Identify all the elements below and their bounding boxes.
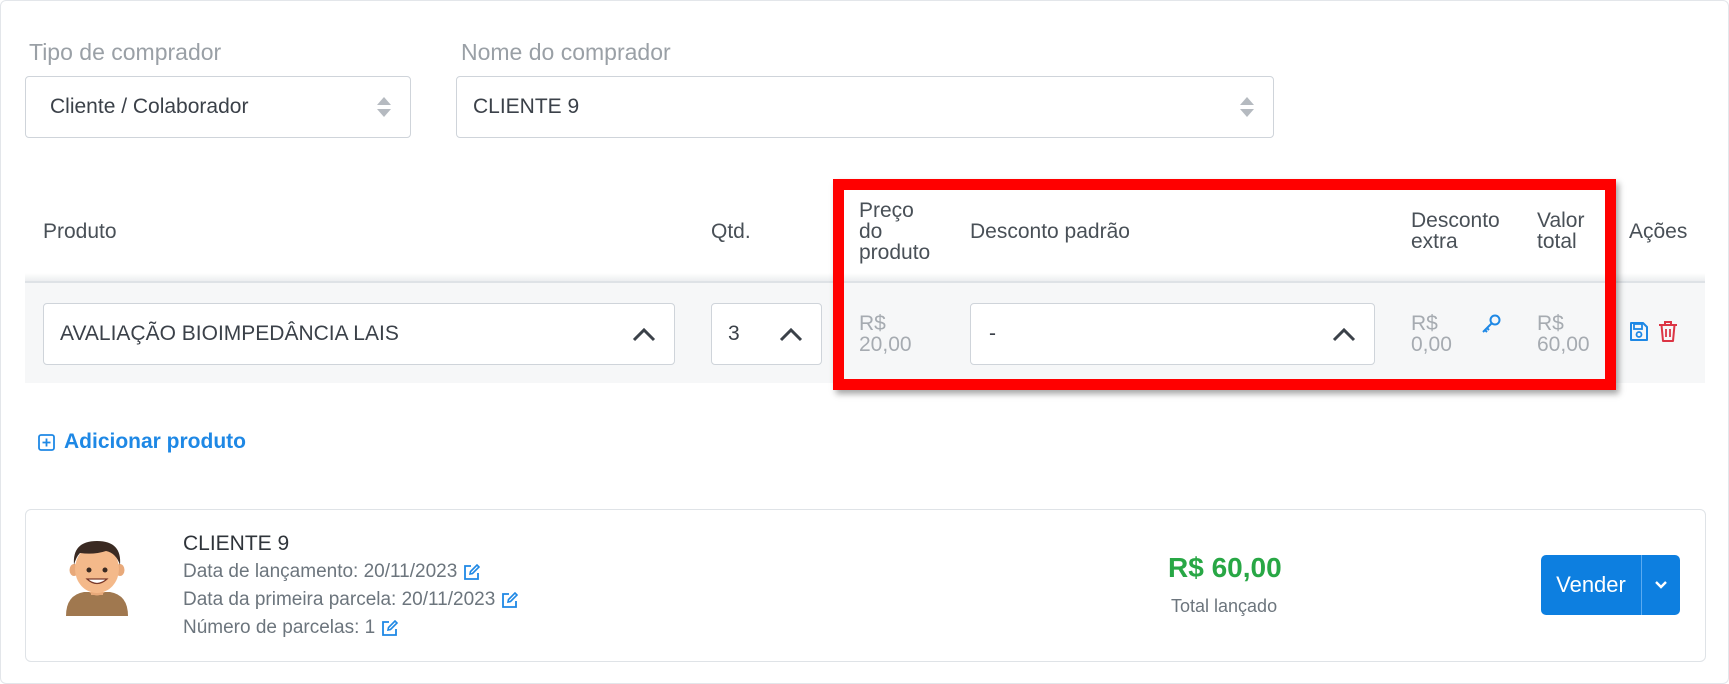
summary-client-name: CLIENTE 9 bbox=[183, 532, 290, 555]
product-price-currency: R$ bbox=[859, 312, 886, 335]
add-product-label: Adicionar produto bbox=[64, 430, 246, 453]
header-preco-line2: do bbox=[859, 220, 883, 243]
buyer-name-label: Nome do comprador bbox=[461, 39, 671, 65]
save-icon[interactable] bbox=[1629, 321, 1649, 342]
launch-date-text: Data de lançamento: 20/11/2023 bbox=[183, 561, 458, 582]
edit-icon[interactable] bbox=[501, 591, 519, 609]
chevron-down-icon bbox=[1655, 581, 1667, 589]
total-launched-label: Total lançado bbox=[1171, 596, 1278, 616]
buyer-type-value: Cliente / Colaborador bbox=[50, 95, 249, 118]
sort-icon bbox=[1240, 97, 1254, 117]
key-icon[interactable] bbox=[1480, 313, 1502, 335]
header-valor-total-line1: Valor bbox=[1537, 209, 1585, 232]
sell-button-group: Vender bbox=[1541, 555, 1680, 615]
installments-text: Número de parcelas: 1 bbox=[183, 617, 376, 638]
header-divider bbox=[25, 273, 1705, 283]
buyer-name-value: CLIENTE 9 bbox=[473, 95, 580, 118]
extra-discount: R$ 0,00 bbox=[1411, 313, 1452, 355]
sort-icon bbox=[377, 97, 391, 117]
trash-icon[interactable] bbox=[1658, 320, 1678, 343]
header-desconto-extra: Desconto extra bbox=[1411, 210, 1500, 252]
buyer-type-label: Tipo de comprador bbox=[29, 39, 222, 65]
header-valor-total: Valor total bbox=[1537, 210, 1584, 252]
first-installment-date: Data da primeira parcela: 20/11/2023 bbox=[183, 589, 519, 611]
quantity-stepper[interactable]: 3 bbox=[711, 303, 822, 365]
product-value: AVALIAÇÃO BIOIMPEDÂNCIA LAIS bbox=[60, 322, 399, 345]
default-discount-select[interactable]: - bbox=[970, 303, 1375, 365]
avatar bbox=[66, 541, 128, 616]
buyer-name-select[interactable]: CLIENTE 9 bbox=[456, 76, 1274, 138]
sale-form: Tipo de comprador Cliente / Colaborador … bbox=[0, 0, 1729, 684]
total-value-amount: 60,00 bbox=[1537, 333, 1590, 356]
buyer-type-select[interactable]: Cliente / Colaborador bbox=[25, 76, 411, 138]
header-desconto-padrao: Desconto padrão bbox=[970, 220, 1130, 243]
first-installment-text: Data da primeira parcela: 20/11/2023 bbox=[183, 589, 496, 610]
header-qtd: Qtd. bbox=[711, 220, 751, 243]
installments-count: Número de parcelas: 1 bbox=[183, 617, 399, 639]
table-row: AVALIAÇÃO BIOIMPEDÂNCIA LAIS 3 R$ 20,00 … bbox=[25, 283, 1705, 383]
extra-discount-value: 0,00 bbox=[1411, 333, 1452, 356]
header-valor-total-line2: total bbox=[1537, 230, 1577, 253]
header-preco-line1: Preço bbox=[859, 199, 914, 222]
header-desconto-extra-line1: Desconto bbox=[1411, 209, 1500, 232]
default-discount-value: - bbox=[989, 322, 996, 345]
header-preco: Preço do produto bbox=[859, 200, 930, 263]
extra-discount-currency: R$ bbox=[1411, 312, 1438, 335]
sale-summary-card: CLIENTE 9 Data de lançamento: 20/11/2023… bbox=[25, 509, 1706, 662]
sell-button[interactable]: Vender bbox=[1541, 555, 1641, 615]
product-price-value: 20,00 bbox=[859, 333, 912, 356]
launch-date: Data de lançamento: 20/11/2023 bbox=[183, 561, 481, 583]
sell-options-toggle[interactable] bbox=[1641, 555, 1680, 615]
header-preco-line3: produto bbox=[859, 241, 931, 264]
header-desconto-extra-line2: extra bbox=[1411, 230, 1458, 253]
total-value-currency: R$ bbox=[1537, 312, 1564, 335]
add-product-link[interactable]: Adicionar produto bbox=[38, 430, 246, 454]
chevron-up-icon[interactable] bbox=[779, 326, 803, 342]
product-select[interactable]: AVALIAÇÃO BIOIMPEDÂNCIA LAIS bbox=[43, 303, 675, 365]
plus-square-icon bbox=[38, 433, 55, 451]
chevron-up-icon bbox=[1332, 327, 1356, 342]
edit-icon[interactable] bbox=[381, 619, 399, 637]
total-launched-value: R$ 60,00 bbox=[1168, 552, 1282, 583]
products-table-header: Produto Qtd. Preço do produto Desconto p… bbox=[25, 186, 1705, 283]
edit-icon[interactable] bbox=[463, 563, 481, 581]
header-acoes: Ações bbox=[1629, 220, 1688, 243]
product-price: R$ 20,00 bbox=[859, 313, 912, 355]
total-value: R$ 60,00 bbox=[1537, 313, 1590, 355]
quantity-value: 3 bbox=[728, 322, 740, 345]
chevron-up-icon bbox=[632, 327, 656, 342]
header-produto: Produto bbox=[43, 220, 117, 243]
